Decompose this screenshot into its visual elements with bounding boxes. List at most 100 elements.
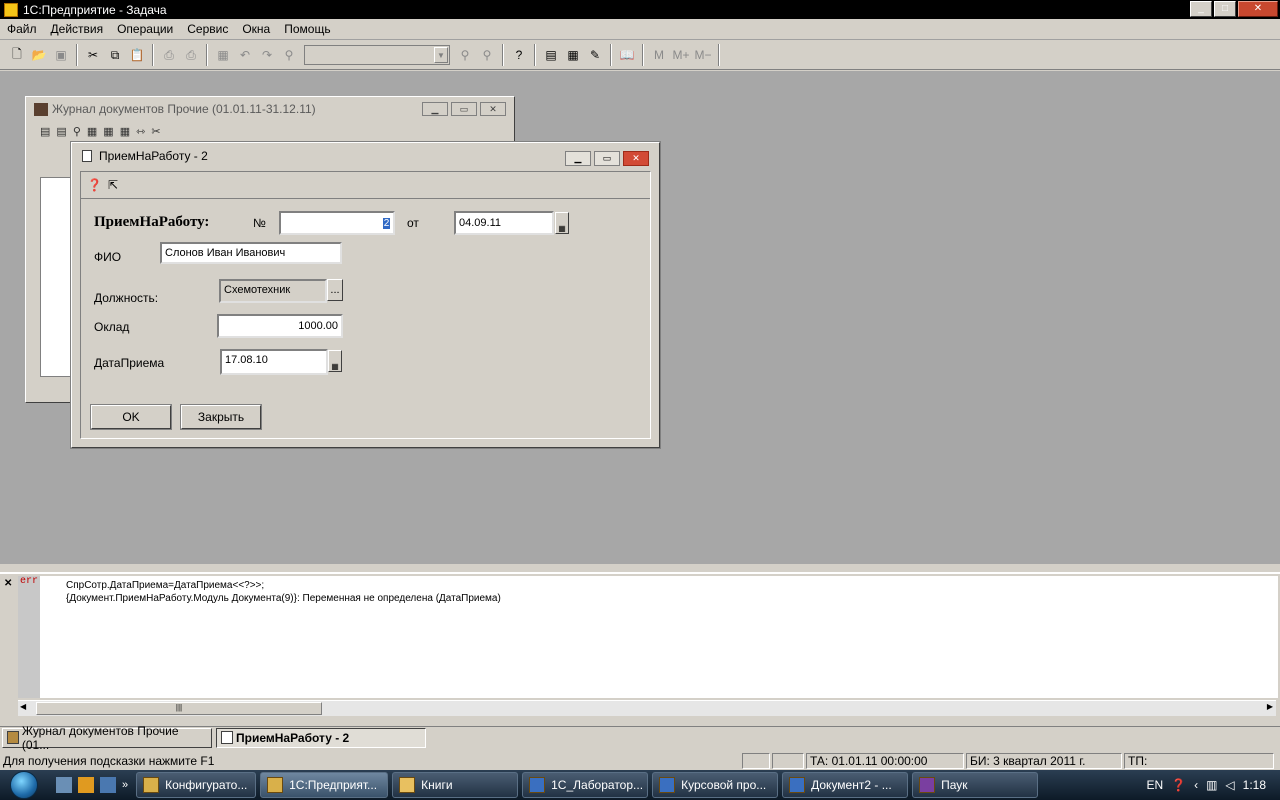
journal-tool-icon[interactable]: ✂ (151, 125, 160, 138)
document-dialog[interactable]: ПриемНаРаботу - 2 ▁ ▭ ✕ ❓ ⇱ ПриемНаРабот… (70, 141, 661, 449)
menu-help[interactable]: Помощь (277, 22, 337, 36)
tab-hiring-document[interactable]: ПриемНаРаботу - 2 (216, 727, 426, 748)
document-tab-icon (221, 731, 233, 744)
find-prev-icon[interactable]: ⚲ (476, 44, 498, 66)
scroll-thumb[interactable]: ||| (36, 702, 322, 715)
task-document2[interactable]: Документ2 - ... (782, 772, 909, 798)
close-button[interactable]: ✕ (1238, 1, 1278, 17)
folder-icon (399, 777, 416, 793)
switch-windows-icon[interactable] (100, 777, 116, 793)
journal-minimize-button[interactable]: ▁ (422, 102, 448, 116)
dialog-minimize-button[interactable]: ▁ (565, 151, 591, 166)
start-button[interactable] (0, 770, 48, 800)
journal-tool-icon[interactable]: ▦ (87, 125, 97, 138)
help-question-icon[interactable]: ❓ (87, 178, 102, 192)
menu-actions[interactable]: Действия (44, 22, 111, 36)
status-indicator-2 (772, 753, 804, 769)
task-label: 1С_Лаборатор... (551, 778, 644, 792)
undo-icon[interactable]: ↶ (234, 44, 256, 66)
task-lab[interactable]: 1С_Лаборатор... (522, 772, 649, 798)
menu-windows[interactable]: Окна (235, 22, 277, 36)
find-icon[interactable]: ⚲ (278, 44, 300, 66)
task-label: Паук (941, 778, 968, 792)
task-spider[interactable]: Паук (912, 772, 1039, 798)
mem-m-button[interactable]: M (648, 44, 670, 66)
new-document-icon[interactable]: 🗋 (6, 44, 28, 66)
task-label: Конфигурато... (165, 778, 248, 792)
media-player-icon[interactable] (78, 777, 94, 793)
journal-tool-icon[interactable]: ▤ (56, 125, 66, 138)
tab-journal[interactable]: Журнал документов Прочие (01... (2, 724, 212, 752)
journal-tool-icon[interactable]: ▦ (120, 125, 130, 138)
print-preview-icon[interactable]: ⎙ (180, 44, 202, 66)
print-icon[interactable]: ⎙ (158, 44, 180, 66)
language-indicator[interactable]: EN (1146, 778, 1163, 792)
position-field[interactable]: Схемотехник (219, 279, 327, 303)
date-field[interactable]: 04.09.11 (454, 211, 554, 235)
status-ta: ТА: 01.01.11 00:00:00 (806, 753, 964, 769)
windows-logo-icon (10, 771, 38, 799)
menu-file[interactable]: Файл (0, 22, 44, 36)
clock[interactable]: 1:18 (1243, 778, 1266, 792)
dialog-maximize-button[interactable]: ▭ (594, 151, 620, 166)
select-all-icon[interactable]: ▦ (212, 44, 234, 66)
task-label: Документ2 - ... (811, 778, 892, 792)
fio-field[interactable]: Слонов Иван Иванович (160, 242, 342, 264)
book-icon[interactable]: 📖 (616, 44, 638, 66)
close-pane-icon[interactable]: ✕ (4, 578, 12, 589)
dialog-close-button[interactable]: ✕ (623, 151, 649, 166)
mem-minus-button[interactable]: M− (692, 44, 714, 66)
journal-tool-icon[interactable]: ▤ (40, 125, 50, 138)
redo-icon[interactable]: ↷ (256, 44, 278, 66)
copy-icon[interactable]: ⧉ (104, 44, 126, 66)
enterprise-icon (267, 777, 284, 793)
calculator-icon[interactable]: ▤ (540, 44, 562, 66)
task-books[interactable]: Книги (392, 772, 519, 798)
show-desktop-icon[interactable] (56, 777, 72, 793)
hire-date-field[interactable]: 17.08.10 (220, 349, 328, 375)
status-tp: ТП: (1124, 753, 1274, 769)
journal-tool-icon[interactable]: ⚲ (73, 125, 81, 138)
journal-title: Журнал документов Прочие (01.01.11-31.12… (52, 102, 316, 116)
document-icon (82, 150, 92, 162)
hire-date-calendar-button[interactable]: ▦ (328, 350, 342, 372)
help-tray-icon[interactable]: ❓ (1171, 778, 1186, 792)
network-icon[interactable]: ▥ (1206, 778, 1217, 792)
volume-icon[interactable]: ◁ (1225, 778, 1234, 792)
task-enterprise[interactable]: 1С:Предприят... (260, 772, 389, 798)
menu-operations[interactable]: Операции (110, 22, 180, 36)
search-combo[interactable]: ▼ (304, 45, 450, 65)
tools-icon[interactable]: ✎ (584, 44, 606, 66)
task-coursework[interactable]: Курсовой про... (652, 772, 779, 798)
status-bar: Для получения подсказки нажмите F1 ТА: 0… (0, 752, 1280, 770)
journal-tool-icon[interactable]: ⇿ (136, 125, 145, 138)
number-field[interactable]: 2 (279, 211, 395, 235)
help-icon[interactable]: ? (508, 44, 530, 66)
position-label: Должность: (94, 291, 159, 305)
find-next-icon[interactable]: ⚲ (454, 44, 476, 66)
save-icon[interactable]: ▣ (50, 44, 72, 66)
maximize-button[interactable]: □ (1214, 1, 1236, 17)
quick-launch-more-icon[interactable]: » (122, 779, 128, 791)
menu-service[interactable]: Сервис (180, 22, 235, 36)
salary-field[interactable]: 1000.00 (217, 314, 343, 338)
calendar-icon[interactable]: ▦ (562, 44, 584, 66)
close-dialog-button[interactable]: Закрыть (180, 404, 262, 430)
ok-button[interactable]: OK (90, 404, 172, 430)
open-folder-icon[interactable]: 📂 (28, 44, 50, 66)
date-calendar-button[interactable]: ▦ (555, 212, 569, 234)
journal-close-button[interactable]: ✕ (480, 102, 506, 116)
mem-plus-button[interactable]: M+ (670, 44, 692, 66)
task-configurator[interactable]: Конфигурато... (136, 772, 257, 798)
scroll-left-icon[interactable]: ◀ (20, 702, 26, 711)
horizontal-scrollbar[interactable]: ◀ ||| ▶ (18, 700, 1276, 716)
journal-maximize-button[interactable]: ▭ (451, 102, 477, 116)
minimize-button[interactable]: _ (1190, 1, 1212, 17)
scroll-right-icon[interactable]: ▶ (1267, 702, 1273, 711)
context-help-icon[interactable]: ⇱ (108, 178, 118, 192)
journal-tool-icon[interactable]: ▦ (103, 125, 113, 138)
position-select-button[interactable]: ... (327, 279, 343, 301)
tray-expand-icon[interactable]: ‹ (1194, 778, 1198, 792)
paste-icon[interactable]: 📋 (126, 44, 148, 66)
cut-icon[interactable]: ✂ (82, 44, 104, 66)
